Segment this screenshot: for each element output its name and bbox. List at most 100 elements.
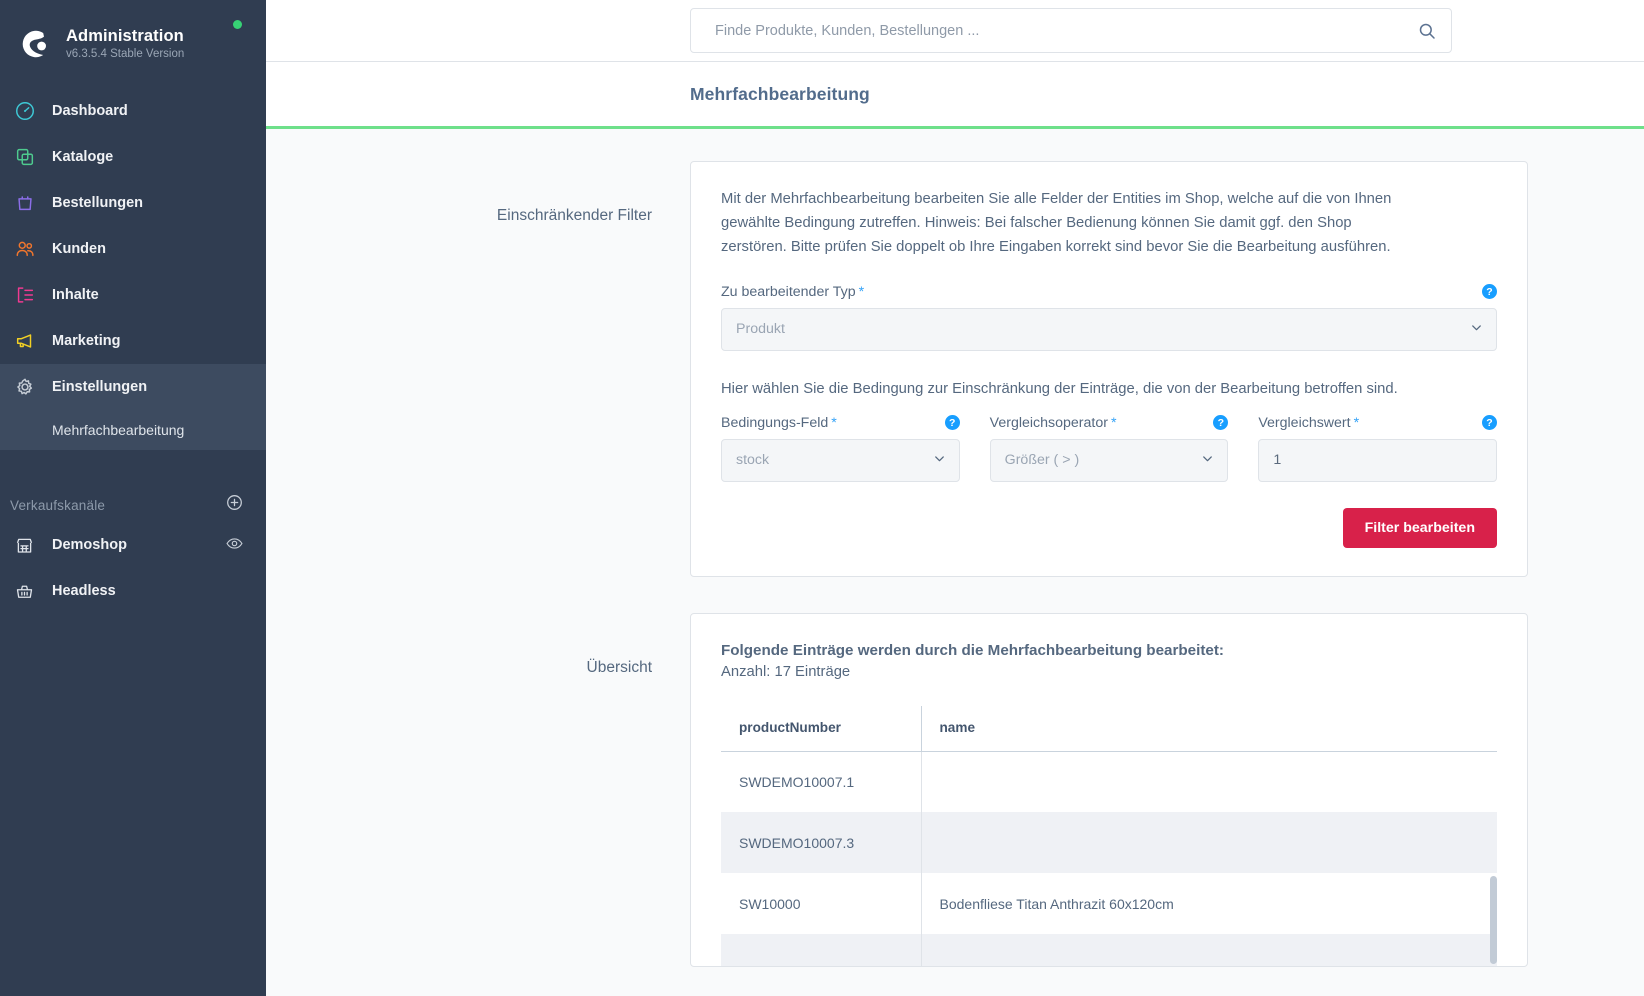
main-area: Mehrfachbearbeitung Einschränkender Filt…: [266, 0, 1644, 996]
sidebar-item-label: Inhalte: [52, 288, 99, 303]
search-icon[interactable]: [1416, 20, 1438, 42]
sidebar-channel-label: Demoshop: [52, 538, 127, 553]
condition-field-group: Bedingungs-Feld* ? stock: [721, 415, 960, 482]
brand-text: Administration v6.3.5.4 Stable Version: [66, 26, 184, 63]
table-header-row: productNumber name: [721, 706, 1497, 752]
value-field-label-text: Vergleichswert: [1258, 415, 1350, 431]
filter-actions: Filter bearbeiten: [721, 508, 1497, 548]
chevron-down-icon: [1200, 451, 1215, 470]
sidebar-channel-label: Headless: [52, 584, 116, 599]
app-root: Administration v6.3.5.4 Stable Version D…: [0, 0, 1644, 996]
operator-field-label-text: Vergleichsoperator: [990, 415, 1108, 431]
sidebar-item-mehrfachbearbeitung[interactable]: Mehrfachbearbeitung: [0, 410, 266, 450]
cell-productnumber: [721, 934, 921, 966]
required-mark: *: [859, 284, 865, 300]
sales-channels-title: Verkaufskanäle: [10, 498, 105, 513]
basket-icon: [14, 579, 44, 603]
cell-name: Bodenfliese Titan Anthrazit 60x120cm: [921, 873, 1497, 934]
filter-section-label: Einschränkender Filter: [266, 161, 690, 225]
plus-circle-icon[interactable]: [225, 493, 244, 517]
cell-productnumber: SWDEMO10007.1: [721, 751, 921, 812]
sidebar-subitem-label: Mehrfachbearbeitung: [52, 422, 184, 438]
storefront-icon: [14, 533, 44, 557]
search-input[interactable]: [690, 8, 1452, 53]
table-body: SWDEMO10007.1 SWDEMO10007.3 SW10000 Bode: [721, 751, 1497, 966]
comparison-value-input[interactable]: 1: [1258, 439, 1497, 482]
condition-field-label-text: Bedingungs-Feld: [721, 415, 828, 431]
condition-field-select[interactable]: stock: [721, 439, 960, 482]
table-head: productNumber name: [721, 706, 1497, 752]
page-content: Einschränkender Filter Mit der Mehrfachb…: [266, 129, 1644, 996]
page-title: Mehrfachbearbeitung: [690, 84, 870, 105]
overview-row: Übersicht Folgende Einträge werden durch…: [266, 613, 1644, 967]
sidebar-item-label: Einstellungen: [52, 380, 147, 395]
sidebar-item-kunden[interactable]: Kunden: [0, 226, 266, 272]
entries-table: productNumber name SWDEMO10007.1: [721, 706, 1497, 966]
condition-field-label: Bedingungs-Feld*: [721, 415, 837, 431]
sidebar-item-headless[interactable]: Headless: [0, 568, 266, 614]
eye-icon[interactable]: [225, 534, 244, 557]
operator-field-group: Vergleichsoperator* ? Größer ( > ): [990, 415, 1229, 482]
value-field-label: Vergleichswert*: [1258, 415, 1359, 431]
operator-field-label-row: Vergleichsoperator* ?: [990, 415, 1229, 431]
sidebar-item-demoshop[interactable]: Demoshop: [0, 522, 266, 568]
shopware-logo-icon: [14, 24, 54, 64]
required-mark: *: [1354, 415, 1360, 431]
help-icon[interactable]: ?: [945, 415, 960, 430]
page-header: Mehrfachbearbeitung: [266, 62, 1644, 126]
sidebar-item-einstellungen[interactable]: Einstellungen: [0, 364, 266, 410]
cell-productnumber: SWDEMO10007.3: [721, 812, 921, 873]
condition-grid: Bedingungs-Feld* ? stock: [721, 415, 1497, 482]
bag-icon: [14, 191, 44, 215]
edit-filter-button[interactable]: Filter bearbeiten: [1343, 508, 1497, 548]
overview-card: Folgende Einträge werden durch die Mehrf…: [690, 613, 1528, 967]
column-header-productnumber[interactable]: productNumber: [721, 706, 921, 752]
help-icon[interactable]: ?: [1213, 415, 1228, 430]
copy-icon: [14, 145, 44, 169]
required-mark: *: [1111, 415, 1117, 431]
filter-card: Mit der Mehrfachbearbeitung bearbeiten S…: [690, 161, 1528, 577]
operator-value: Größer ( > ): [1005, 452, 1080, 468]
table-row[interactable]: SWDEMO10007.1: [721, 751, 1497, 812]
brand-title: Administration: [66, 26, 184, 47]
sidebar-item-marketing[interactable]: Marketing: [0, 318, 266, 364]
type-field-group: Zu bearbeitender Typ * ? Produkt: [721, 284, 1497, 351]
chevron-down-icon: [932, 451, 947, 470]
type-select[interactable]: Produkt: [721, 308, 1497, 351]
comparison-value: 1: [1273, 452, 1281, 468]
table-scrollbar[interactable]: [1490, 706, 1497, 966]
help-icon[interactable]: ?: [1482, 284, 1497, 299]
cell-name: [921, 934, 1497, 966]
overview-section-label: Übersicht: [266, 613, 690, 677]
main-navigation: Dashboard Kataloge Bestellungen: [0, 88, 266, 614]
chevron-down-icon: [1469, 320, 1484, 339]
help-icon[interactable]: ?: [1482, 415, 1497, 430]
entries-table-wrapper: productNumber name SWDEMO10007.1: [721, 706, 1497, 966]
sidebar-item-label: Marketing: [52, 334, 121, 349]
required-mark: *: [831, 415, 837, 431]
sidebar-item-label: Kataloge: [52, 150, 113, 165]
sidebar-item-bestellungen[interactable]: Bestellungen: [0, 180, 266, 226]
table-row[interactable]: SW10000 Bodenfliese Titan Anthrazit 60x1…: [721, 873, 1497, 934]
table-row[interactable]: [721, 934, 1497, 966]
table-row[interactable]: SWDEMO10007.3: [721, 812, 1497, 873]
brand-header: Administration v6.3.5.4 Stable Version: [0, 0, 266, 74]
condition-field-label-row: Bedingungs-Feld* ?: [721, 415, 960, 431]
filter-row: Einschränkender Filter Mit der Mehrfachb…: [266, 161, 1644, 577]
content-icon: [14, 283, 44, 307]
topbar: [266, 0, 1644, 62]
table-scrollbar-thumb[interactable]: [1490, 876, 1497, 964]
operator-select[interactable]: Größer ( > ): [990, 439, 1229, 482]
column-header-name[interactable]: name: [921, 706, 1497, 752]
gear-icon: [14, 375, 44, 399]
sidebar-item-inhalte[interactable]: Inhalte: [0, 272, 266, 318]
sidebar-item-dashboard[interactable]: Dashboard: [0, 88, 266, 134]
status-indicator-dot: [233, 20, 242, 29]
global-search: [690, 8, 1452, 53]
condition-field-value: stock: [736, 452, 769, 468]
value-field-label-row: Vergleichswert* ?: [1258, 415, 1497, 431]
cell-productnumber: SW10000: [721, 873, 921, 934]
sidebar-item-kataloge[interactable]: Kataloge: [0, 134, 266, 180]
condition-hint: Hier wählen Sie die Bedingung zur Einsch…: [721, 381, 1497, 397]
type-field-label: Zu bearbeitender Typ: [721, 284, 856, 300]
